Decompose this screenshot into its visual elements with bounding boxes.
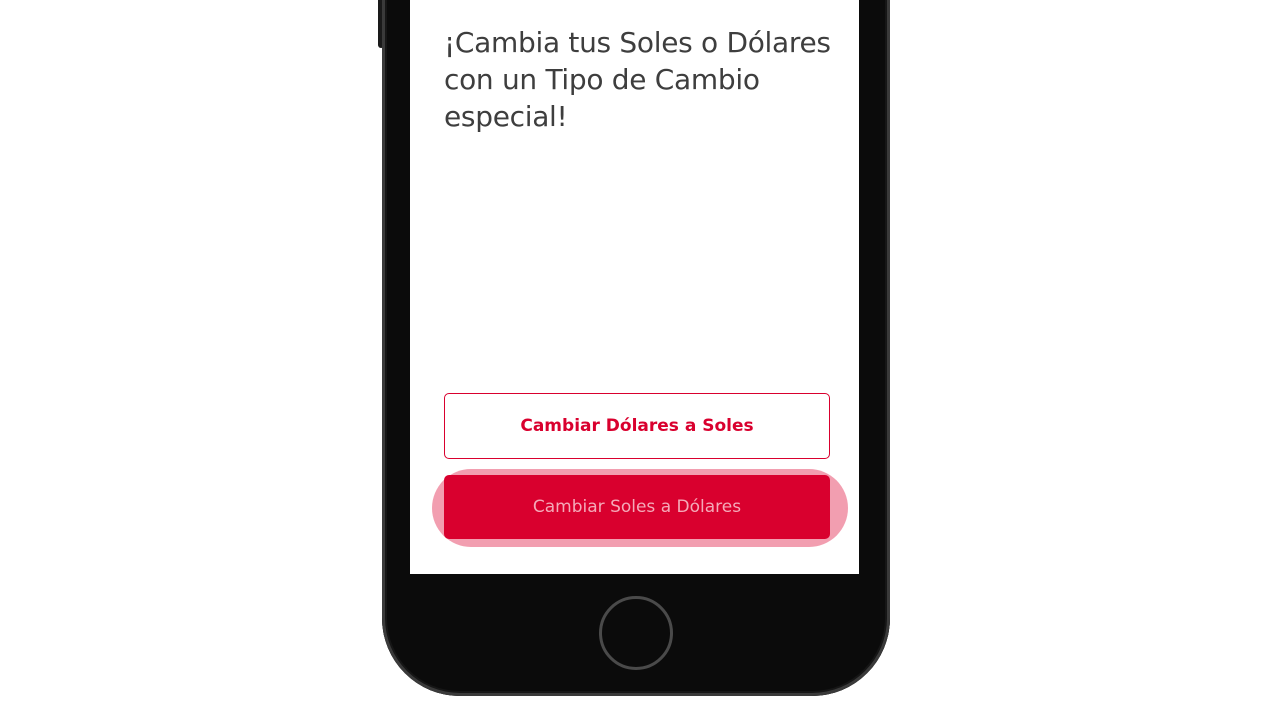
change-dollars-to-soles-button[interactable]: Cambiar Dólares a Soles (444, 393, 830, 459)
change-soles-to-dollars-button[interactable]: Cambiar Soles a Dólares (444, 475, 830, 539)
home-button-icon[interactable] (599, 596, 673, 670)
change-dollars-to-soles-label: Cambiar Dólares a Soles (520, 416, 754, 436)
headline: ¡Cambia tus Soles o Dólares con un Tipo … (444, 26, 831, 133)
stage: ¡Cambia tus Soles o Dólares con un Tipo … (0, 0, 1280, 720)
phone-screen: ¡Cambia tus Soles o Dólares con un Tipo … (410, 0, 859, 574)
change-soles-to-dollars-label: Cambiar Soles a Dólares (532, 497, 742, 517)
